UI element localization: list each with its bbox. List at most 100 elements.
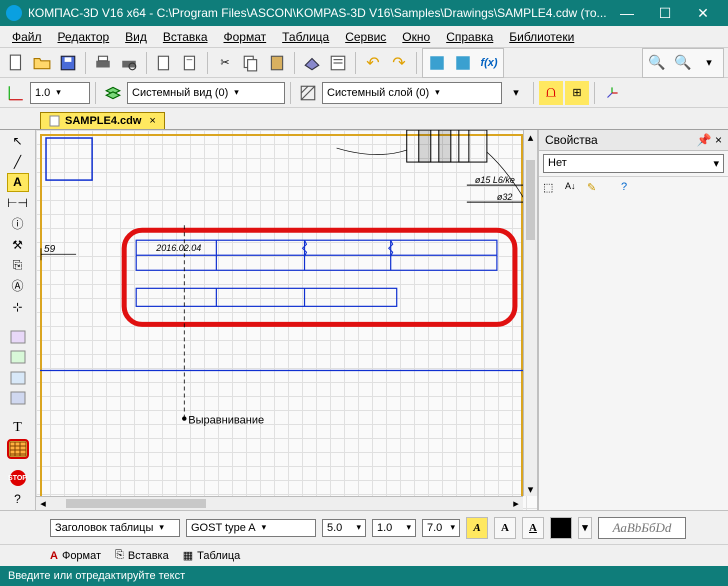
minimize-button[interactable]: —	[608, 0, 646, 26]
tab-insert[interactable]: ⎘Вставка	[115, 549, 169, 562]
hscrollbar[interactable]: ◂ ▸	[36, 496, 523, 510]
hammer-icon: ⚒	[12, 238, 23, 252]
filter-dropdown[interactable]: Нет▾	[543, 154, 724, 173]
format-tab-icon: A	[50, 550, 58, 562]
tool-spec1[interactable]	[7, 327, 29, 346]
redo-icon: ↷	[392, 53, 405, 73]
menu-file[interactable]: Файл	[4, 28, 50, 46]
menu-view[interactable]: Вид	[117, 28, 155, 46]
height-field[interactable]: 7.0	[422, 519, 460, 537]
maximize-button[interactable]: ☐	[646, 0, 684, 26]
panel-close-icon[interactable]: ×	[715, 133, 722, 147]
dim-text-1: ø15 L6/ke	[475, 175, 515, 185]
menu-insert[interactable]: Вставка	[155, 28, 216, 46]
tab-close-icon[interactable]: ×	[149, 115, 155, 127]
tool-axis[interactable]: ⊹	[7, 297, 29, 316]
zoom-more-button[interactable]: ▾	[697, 51, 721, 75]
undo-button[interactable]: ↶	[361, 51, 385, 75]
zoom-out-button[interactable]: 🔍	[671, 51, 695, 75]
tool-measure[interactable]: Ⓐ	[7, 276, 29, 295]
stop-icon: STOP	[10, 470, 26, 486]
tool-line[interactable]: ╱	[7, 153, 29, 172]
status-bar: Введите или отредактируйте текст	[0, 566, 728, 586]
tool-text-highlight[interactable]: A	[7, 173, 29, 192]
tool-spec4[interactable]	[7, 389, 29, 408]
tool-text[interactable]: T	[7, 419, 29, 438]
font-size-field[interactable]: 5.0	[322, 519, 366, 537]
open-button[interactable]	[30, 51, 54, 75]
layers-icon-button[interactable]	[101, 81, 125, 105]
menu-libraries[interactable]: Библиотеки	[501, 28, 582, 46]
tool-select[interactable]: ↖	[7, 132, 29, 151]
tool-table[interactable]	[7, 439, 29, 459]
tab-format[interactable]: AФормат	[50, 550, 101, 562]
zoom-in-button[interactable]: 🔍	[645, 51, 669, 75]
new-button[interactable]	[4, 51, 28, 75]
fill-button[interactable]	[300, 51, 324, 75]
tool-params[interactable]: ⎘	[7, 256, 29, 275]
redo-button[interactable]: ↷	[387, 51, 411, 75]
properties-panel: Свойства 📌 × Нет▾ ⬚ A↓ ✎ ?	[538, 130, 728, 510]
toolbar-main: ✂ ↶ ↷ f(x) 🔍 🔍 ▾	[0, 48, 728, 78]
magnet-button[interactable]: ⩍	[539, 81, 563, 105]
fx-button[interactable]: f(x)	[477, 51, 501, 75]
tab-table[interactable]: ▦Таблица	[183, 549, 241, 562]
properties-button[interactable]	[326, 51, 350, 75]
document-tab[interactable]: SAMPLE4.cdw ×	[40, 112, 165, 129]
color-button[interactable]: ■	[550, 517, 572, 539]
underline-button[interactable]: A	[522, 517, 544, 539]
document-tab-label: SAMPLE4.cdw	[65, 115, 141, 127]
menu-help[interactable]: Справка	[438, 28, 501, 46]
snap-button[interactable]: ⊞	[565, 81, 589, 105]
print-preview-button[interactable]	[117, 51, 141, 75]
section-dropdown[interactable]: Заголовок таблицы	[50, 519, 180, 537]
menu-format[interactable]: Формат	[216, 28, 275, 46]
prop-icon-1[interactable]: ⬚	[543, 181, 561, 199]
coord-button[interactable]	[4, 81, 28, 105]
cut-button[interactable]: ✂	[213, 51, 237, 75]
prop-icon-2[interactable]: A↓	[565, 181, 583, 199]
scissors-icon: ✂	[220, 56, 229, 69]
layer-edit-button[interactable]: ▾	[504, 81, 528, 105]
tool-spec2[interactable]	[7, 348, 29, 367]
tool-stop[interactable]: STOP	[7, 469, 29, 488]
save-button[interactable]	[56, 51, 80, 75]
prop-icon-help[interactable]: ?	[621, 181, 639, 199]
menu-window[interactable]: Окно	[394, 28, 438, 46]
spacing-field[interactable]: 1.0	[372, 519, 416, 537]
view-dropdown[interactable]: Системный вид (0)	[127, 82, 285, 104]
manager-button[interactable]	[425, 51, 449, 75]
scale-dropdown[interactable]: 1.0	[30, 82, 90, 104]
dim-59: 59	[44, 244, 56, 255]
zoom-out-icon: 🔍	[674, 54, 691, 71]
copy-button[interactable]	[239, 51, 263, 75]
italic-button[interactable]: A	[466, 517, 488, 539]
tool-dimension[interactable]: ⊢⊣	[7, 194, 29, 213]
magnet-icon: ⩍	[546, 84, 556, 102]
property-tabs: AФормат ⎘Вставка ▦Таблица	[0, 544, 728, 566]
close-button[interactable]: ✕	[684, 0, 722, 26]
doc2-button[interactable]	[178, 51, 202, 75]
menu-service[interactable]: Сервис	[337, 28, 394, 46]
axis-button[interactable]	[600, 81, 624, 105]
tool-info[interactable]: ⓘ	[7, 214, 29, 233]
tool-build[interactable]: ⚒	[7, 235, 29, 254]
drawing-canvas[interactable]: ø15 L6/ke ø32 59	[36, 130, 537, 510]
paste-button[interactable]	[265, 51, 289, 75]
vscrollbar[interactable]: ▴ ▾	[523, 130, 537, 496]
font-dropdown[interactable]: GOST type A	[186, 519, 316, 537]
doc1-button[interactable]	[152, 51, 176, 75]
menu-table[interactable]: Таблица	[274, 28, 337, 46]
prop-icon-3[interactable]: ✎	[587, 181, 605, 199]
print-button[interactable]	[91, 51, 115, 75]
hatch-button[interactable]	[296, 81, 320, 105]
menu-editor[interactable]: Редактор	[50, 28, 118, 46]
tool-spec3[interactable]	[7, 368, 29, 387]
bold-button[interactable]: A	[494, 517, 516, 539]
pin-icon[interactable]: 📌	[697, 133, 712, 147]
variables-button[interactable]	[451, 51, 475, 75]
color-dd-button[interactable]: ▾	[578, 517, 592, 539]
snap-icon: ⊞	[572, 86, 581, 99]
layer-dropdown[interactable]: Системный слой (0)	[322, 82, 502, 104]
tool-qmark[interactable]: ?	[7, 490, 29, 509]
